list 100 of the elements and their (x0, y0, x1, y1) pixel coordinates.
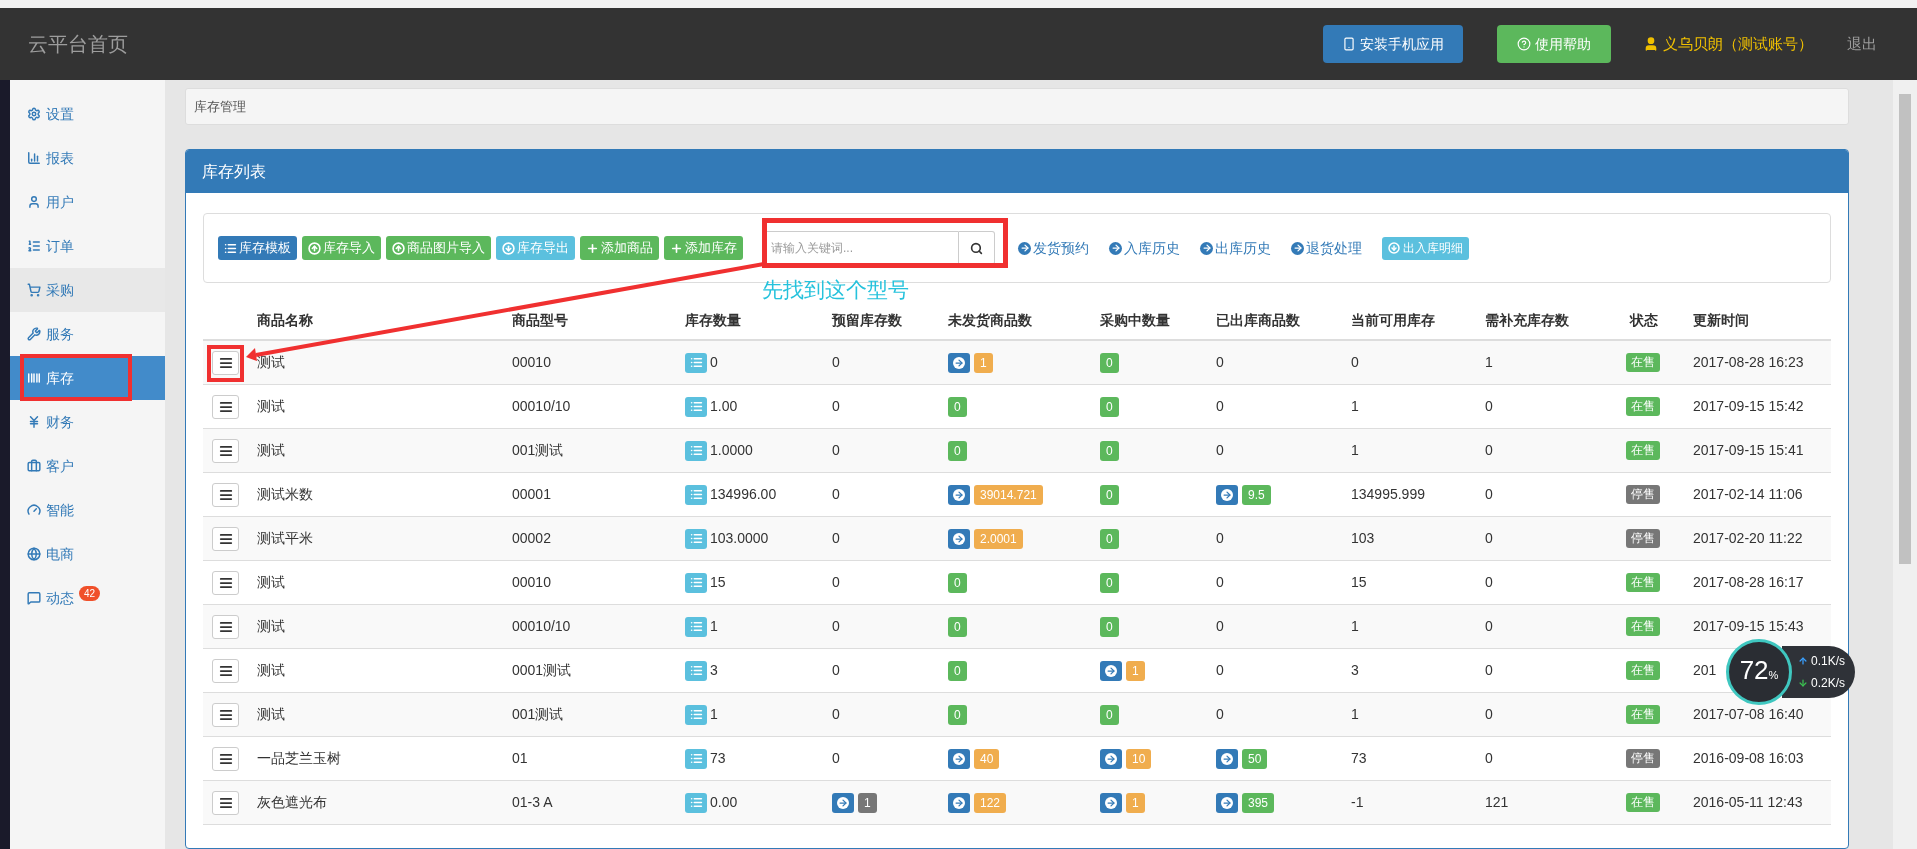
sidebar-item[interactable]: 动态 42 (10, 576, 165, 620)
row-menu-button[interactable] (212, 350, 239, 375)
arrow-button[interactable] (1216, 792, 1238, 813)
sidebar-item[interactable]: 订单 (10, 224, 165, 268)
arrow-button[interactable] (832, 792, 854, 813)
user-link[interactable]: 义乌贝朗（测试账号） (1643, 32, 1813, 56)
sidebar-item[interactable]: 报表 (10, 136, 165, 180)
arrow-button[interactable] (1216, 748, 1238, 769)
scrollbar[interactable] (1893, 80, 1917, 849)
list-icon (689, 620, 703, 633)
table-cell-text: 121 (1485, 793, 1509, 812)
table-cell-text: 00010/10 (512, 397, 571, 416)
install-app-button[interactable]: 安装手机应用 (1323, 25, 1463, 63)
status-badge: 在售 (1626, 617, 1660, 636)
sidebar-item[interactable]: 客户 (10, 444, 165, 488)
table-cell-text: 0 (1216, 441, 1224, 460)
table-cell-text: 1 (1351, 705, 1359, 724)
phone-icon (1342, 37, 1356, 51)
count-badge: 10 (1126, 748, 1152, 769)
table-cell-text: 2017-09-15 15:42 (1693, 397, 1804, 416)
upload-icon (1798, 656, 1808, 666)
toolbar-link[interactable]: 出库历史 (1200, 237, 1271, 259)
table-cell-text: 测试 (257, 617, 285, 636)
table-cell-text: 测试 (257, 573, 285, 592)
toolbar-link[interactable]: 发货预约 (1018, 237, 1089, 259)
row-menu-button[interactable] (212, 702, 239, 727)
status-badge: 停售 (1626, 749, 1660, 768)
count-badge: 395 (1242, 792, 1275, 813)
toolbar-button[interactable]: 商品图片导入 (386, 236, 491, 260)
table-cell-text: 15 (1351, 573, 1367, 592)
table-cell-text: 2017-09-15 15:41 (1693, 441, 1804, 460)
toolbar-link[interactable]: 退货处理 (1291, 237, 1362, 259)
logout-link[interactable]: 退出 (1847, 32, 1877, 56)
count-badge: 40 (974, 748, 1000, 769)
count-badge: 9.5 (1242, 484, 1271, 505)
row-menu-button[interactable] (212, 394, 239, 419)
download-icon (1388, 242, 1400, 254)
table-cell-text: 0 (1485, 749, 1493, 768)
search-button[interactable] (959, 231, 995, 265)
table-cell-text: 0 (1485, 661, 1493, 680)
menu-icon (218, 355, 233, 370)
row-menu-button[interactable] (212, 570, 239, 595)
arrow-button[interactable] (1216, 484, 1238, 505)
user-icon (1643, 36, 1659, 52)
sidebar-item[interactable]: 采购 (10, 268, 165, 312)
briefcase-icon (27, 459, 41, 473)
toolbar-link[interactable]: 入库历史 (1109, 237, 1180, 259)
table-cell-text: 0 (1485, 441, 1493, 460)
row-menu-button[interactable] (212, 526, 239, 551)
row-menu-button[interactable] (212, 614, 239, 639)
table-cell-text: 2017-09-15 15:43 (1693, 617, 1804, 636)
table-cell-text: 00010 (512, 573, 551, 592)
table-cell-text: 2017-07-08 16:40 (1693, 705, 1804, 724)
toolbar-button[interactable]: 库存导入 (302, 236, 381, 260)
sidebar-item[interactable]: 用户 (10, 180, 165, 224)
row-menu-button[interactable] (212, 790, 239, 815)
row-menu-button[interactable] (212, 482, 239, 507)
arrow-button[interactable] (1100, 660, 1122, 681)
sidebar-item[interactable]: 服务 (10, 312, 165, 356)
menu-icon (218, 795, 233, 810)
sidebar-item[interactable]: 财务 (10, 400, 165, 444)
status-badge: 停售 (1626, 485, 1660, 504)
list-icon (689, 356, 703, 369)
toolbar-button[interactable]: 添加库存 (664, 236, 743, 260)
list-icon (689, 708, 703, 721)
list-icon (224, 241, 237, 255)
table-cell-text: 0 (1485, 617, 1493, 636)
sidebar-item[interactable]: 电商 (10, 532, 165, 576)
upload-icon (392, 241, 405, 255)
arrow-button[interactable] (1100, 792, 1122, 813)
arrow-button[interactable] (948, 352, 970, 373)
column-header: 采购中数量 (1100, 311, 1170, 328)
arrow-button[interactable] (948, 528, 970, 549)
toolbar-button[interactable]: 添加商品 (580, 236, 659, 260)
table-cell-text: 01 (512, 749, 528, 768)
arrow-button[interactable] (948, 484, 970, 505)
count-badge: 0 (1100, 572, 1119, 593)
column-header: 当前可用库存 (1351, 311, 1435, 328)
row-menu-button[interactable] (212, 438, 239, 463)
table-cell-text: 0 (832, 705, 840, 724)
count-badge: 0 (948, 396, 967, 417)
table-cell-text: -1 (1351, 793, 1364, 812)
arrow-button[interactable] (948, 792, 970, 813)
comment-icon (27, 591, 41, 605)
sidebar-item[interactable]: 智能 (10, 488, 165, 532)
table-cell-text: 测试平米 (257, 529, 313, 548)
table-cell-text: 1 (1351, 397, 1359, 416)
help-button[interactable]: 使用帮助 (1497, 25, 1611, 63)
row-menu-button[interactable] (212, 746, 239, 771)
barcode-icon (27, 371, 41, 385)
table-cell-text: 73 (1351, 749, 1367, 768)
arrow-button[interactable] (948, 748, 970, 769)
table-cell-text: 测试 (257, 397, 285, 416)
toolbar-button[interactable]: 库存模板 (218, 236, 297, 260)
table-cell-text: 测试 (257, 705, 285, 724)
row-menu-button[interactable] (212, 658, 239, 683)
arrow-button[interactable] (1100, 748, 1122, 769)
status-badge: 在售 (1626, 353, 1660, 372)
sidebar-item[interactable]: 设置 (10, 92, 165, 136)
table-cell-text: 测试米数 (257, 485, 313, 504)
